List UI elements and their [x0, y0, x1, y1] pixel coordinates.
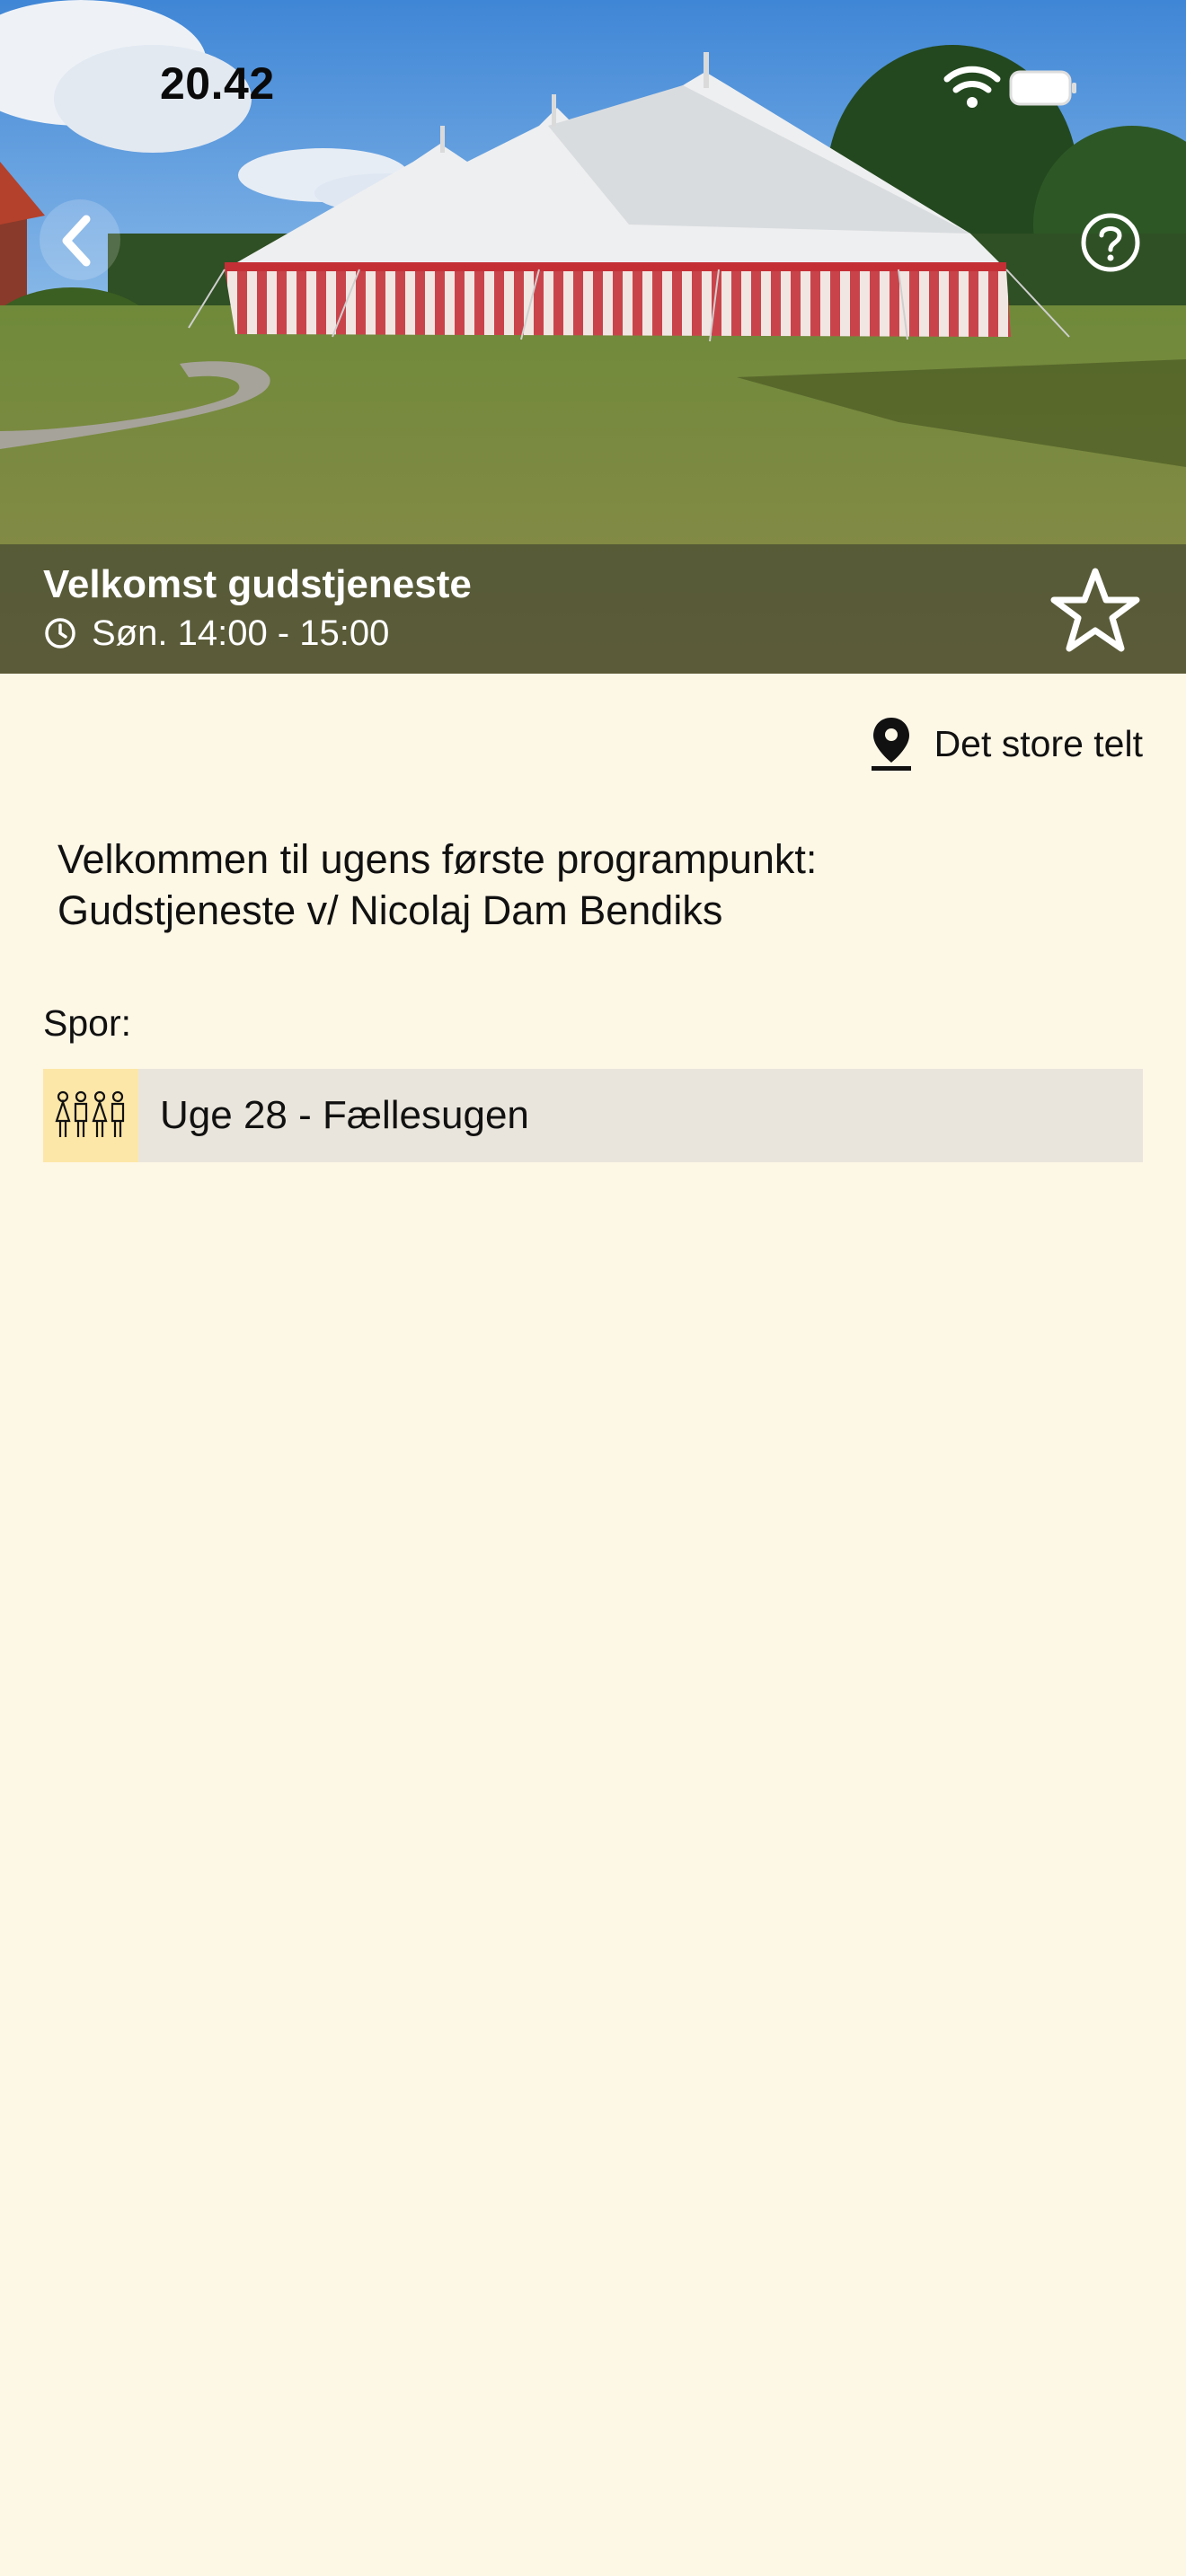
event-time-row: Søn. 14:00 - 15:00: [43, 611, 389, 656]
wifi-icon: [943, 66, 1001, 108]
track-label: Uge 28 - Fællesugen: [160, 1093, 529, 1137]
chevron-left-icon: [62, 215, 91, 267]
status-time: 20.42: [160, 58, 275, 109]
status-icons: [943, 66, 1076, 108]
description-line: Velkommen til ugens første programpunkt:: [58, 836, 818, 882]
track-item[interactable]: Uge 28 - Fællesugen: [43, 1069, 1143, 1162]
map-pin-icon: [871, 718, 911, 771]
tracks-label: Spor:: [43, 1002, 131, 1044]
clock-icon: [45, 618, 75, 648]
track-icon-box: [43, 1069, 138, 1162]
event-time: Søn. 14:00 - 15:00: [92, 613, 390, 653]
event-description: Velkommen til ugens første programpunkt:…: [58, 834, 1136, 936]
favorite-star-icon[interactable]: [1046, 562, 1145, 661]
family-icon: [55, 1090, 125, 1137]
question-circle-icon[interactable]: [1076, 208, 1145, 277]
description-line: Gudstjeneste v/ Nicolaj Dam Bendiks: [58, 887, 723, 933]
battery-icon: [1009, 70, 1076, 106]
hero-image: 20.42 Velkomst gudstjeneste Søn. 14:00 -…: [0, 0, 1186, 674]
event-title: Velkomst gudstjeneste: [43, 562, 472, 606]
location-link[interactable]: Det store telt: [870, 715, 1143, 772]
back-button[interactable]: [40, 199, 120, 280]
location-name: Det store telt: [934, 722, 1143, 764]
